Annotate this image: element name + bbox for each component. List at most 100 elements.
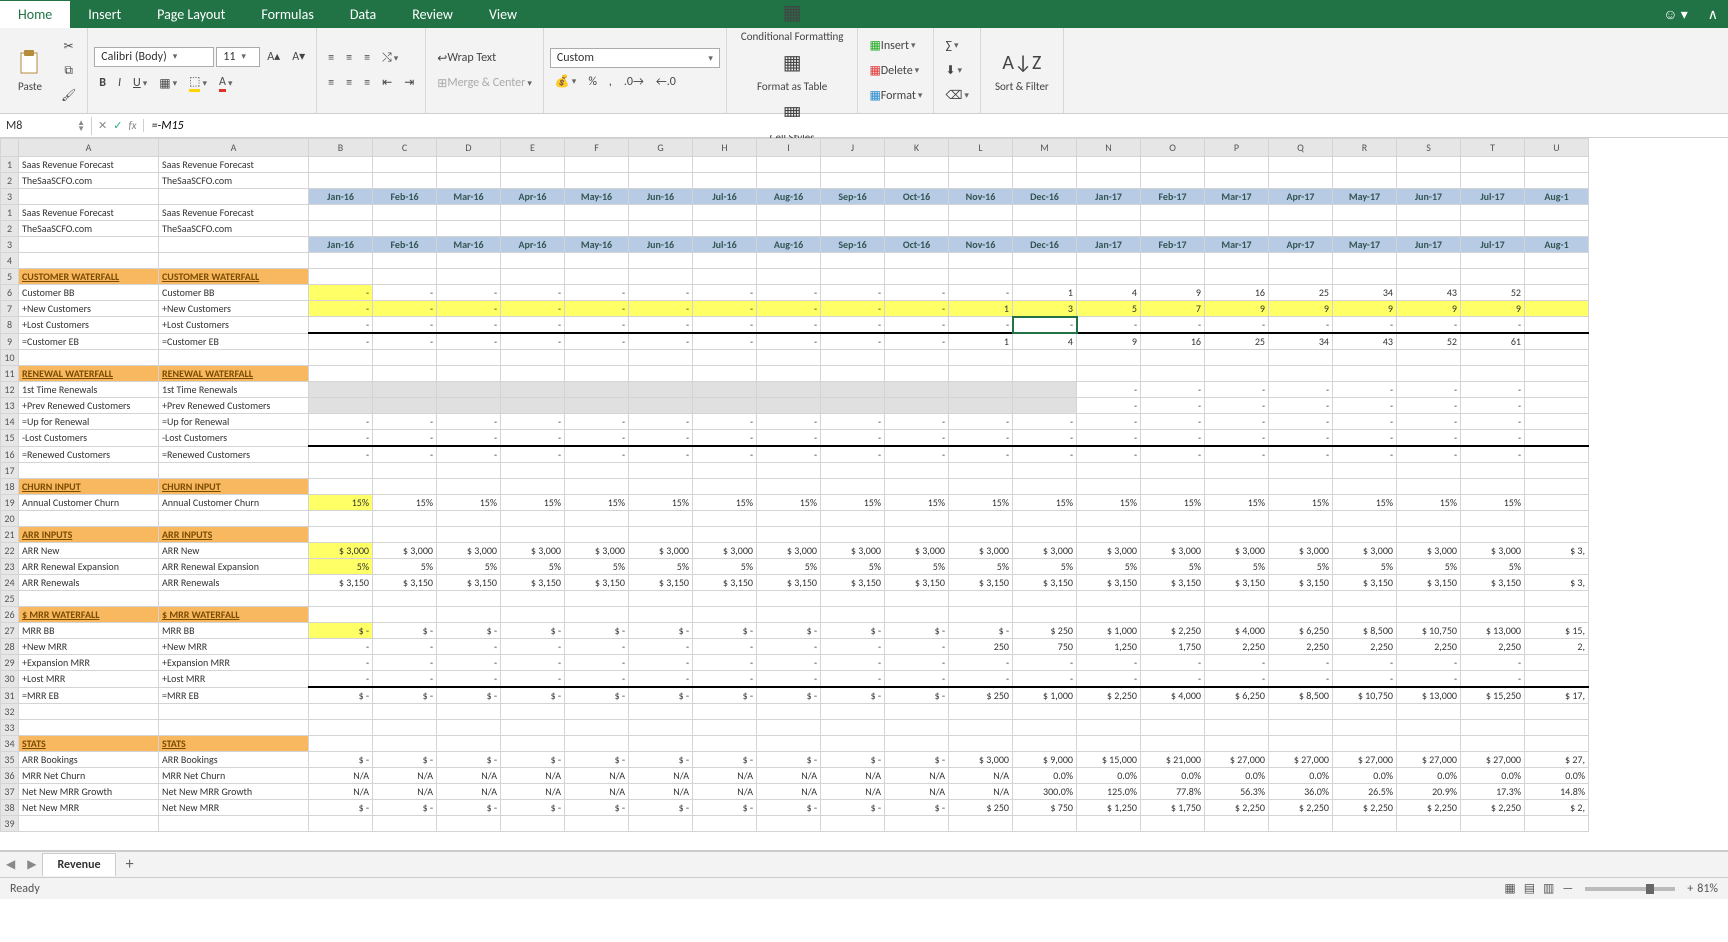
cell[interactable]	[373, 398, 437, 414]
cell[interactable]: -	[1013, 317, 1077, 334]
cell[interactable]	[437, 704, 501, 720]
cell[interactable]	[19, 704, 159, 720]
row-header[interactable]: 6	[1, 285, 19, 301]
cell[interactable]: 52	[1397, 333, 1461, 350]
row-header[interactable]: 3	[1, 237, 19, 253]
cell[interactable]: -	[629, 414, 693, 430]
cell[interactable]: -	[309, 301, 373, 317]
tab-pagelayout[interactable]: Page Layout	[139, 1, 243, 28]
cell[interactable]: $ -	[309, 623, 373, 639]
cell[interactable]	[885, 736, 949, 752]
cell[interactable]	[629, 591, 693, 607]
page-break-view-icon[interactable]: ▥	[1539, 881, 1558, 896]
zoom-in-icon[interactable]: +	[1683, 882, 1697, 896]
cell[interactable]	[1525, 157, 1589, 173]
cell[interactable]	[1461, 253, 1525, 269]
cell[interactable]: $ 27,	[1525, 752, 1589, 768]
cell[interactable]: $ 3,150	[949, 575, 1013, 591]
cell[interactable]	[1397, 157, 1461, 173]
zoom-out-icon[interactable]: —	[1558, 882, 1577, 896]
cell[interactable]: Nov-16	[949, 237, 1013, 253]
cell[interactable]: -	[501, 639, 565, 655]
cell[interactable]	[565, 607, 629, 623]
cell[interactable]	[693, 607, 757, 623]
cell[interactable]	[1205, 720, 1269, 736]
cell[interactable]: Aug-1	[1525, 189, 1589, 205]
cell[interactable]	[949, 221, 1013, 237]
cell[interactable]: -	[757, 655, 821, 671]
cell[interactable]	[1525, 333, 1589, 350]
cell[interactable]: -	[1205, 382, 1269, 398]
cell[interactable]	[885, 221, 949, 237]
cell[interactable]: Oct-16	[885, 237, 949, 253]
col-header[interactable]: E	[501, 139, 565, 157]
cell[interactable]: -	[1013, 430, 1077, 447]
cell[interactable]: -	[1333, 430, 1397, 447]
cell[interactable]: -	[1461, 414, 1525, 430]
cell[interactable]: -	[437, 446, 501, 463]
cell[interactable]	[1333, 607, 1397, 623]
cell[interactable]: $ 8,500	[1269, 687, 1333, 704]
cell[interactable]	[19, 189, 159, 205]
cell[interactable]	[1013, 221, 1077, 237]
cell[interactable]: -	[501, 301, 565, 317]
cell[interactable]	[437, 591, 501, 607]
cell[interactable]: 125.0%	[1077, 784, 1141, 800]
cell[interactable]: N/A	[501, 768, 565, 784]
cell[interactable]: -	[309, 446, 373, 463]
cell[interactable]: -	[437, 317, 501, 334]
cell[interactable]: $ 3,000	[693, 543, 757, 559]
cell[interactable]: 25	[1269, 285, 1333, 301]
cell[interactable]	[1205, 607, 1269, 623]
cell[interactable]: Sep-16	[821, 189, 885, 205]
cell[interactable]	[1269, 221, 1333, 237]
row-header[interactable]: 10	[1, 350, 19, 366]
cell[interactable]	[949, 704, 1013, 720]
cell[interactable]	[1333, 269, 1397, 285]
cell[interactable]: $ -	[373, 752, 437, 768]
cell[interactable]	[437, 221, 501, 237]
cell[interactable]: -	[437, 430, 501, 447]
cell[interactable]	[693, 350, 757, 366]
cell[interactable]: -	[1461, 382, 1525, 398]
cell[interactable]: -	[885, 285, 949, 301]
cell[interactable]: $ -	[437, 752, 501, 768]
cell[interactable]: $ -	[821, 752, 885, 768]
cell[interactable]: =Customer EB	[159, 333, 309, 350]
cell[interactable]: N/A	[309, 768, 373, 784]
cell[interactable]: -	[1397, 414, 1461, 430]
cell[interactable]: $ 6,250	[1269, 623, 1333, 639]
cell[interactable]	[1077, 736, 1141, 752]
cell[interactable]: Oct-16	[885, 189, 949, 205]
cell[interactable]: -	[1269, 414, 1333, 430]
cell[interactable]	[949, 350, 1013, 366]
cell[interactable]	[821, 607, 885, 623]
cell[interactable]: 15%	[1269, 495, 1333, 511]
cell[interactable]: Saas Revenue Forecast	[19, 157, 159, 173]
cell[interactable]: -	[757, 333, 821, 350]
cell[interactable]	[1205, 463, 1269, 479]
cell[interactable]: 9	[1397, 301, 1461, 317]
cell[interactable]: -	[1397, 430, 1461, 447]
cell[interactable]: -	[501, 317, 565, 334]
cell[interactable]: ARR Bookings	[159, 752, 309, 768]
cell[interactable]: Jul-16	[693, 189, 757, 205]
cell[interactable]	[1397, 253, 1461, 269]
cell[interactable]	[437, 720, 501, 736]
cell[interactable]: 15%	[1141, 495, 1205, 511]
cell[interactable]	[1525, 173, 1589, 189]
cell[interactable]: $ -	[885, 687, 949, 704]
cell[interactable]: 34	[1269, 333, 1333, 350]
cell[interactable]	[19, 350, 159, 366]
cell[interactable]	[1333, 479, 1397, 495]
cell[interactable]	[1461, 720, 1525, 736]
cell[interactable]: $ -	[949, 623, 1013, 639]
cell[interactable]	[1269, 527, 1333, 543]
cell[interactable]	[821, 511, 885, 527]
cell[interactable]	[1525, 301, 1589, 317]
cell[interactable]	[949, 527, 1013, 543]
cell[interactable]: 1st Time Renewals	[159, 382, 309, 398]
cell[interactable]: N/A	[885, 768, 949, 784]
cell[interactable]: Apr-17	[1269, 237, 1333, 253]
cell[interactable]	[373, 221, 437, 237]
